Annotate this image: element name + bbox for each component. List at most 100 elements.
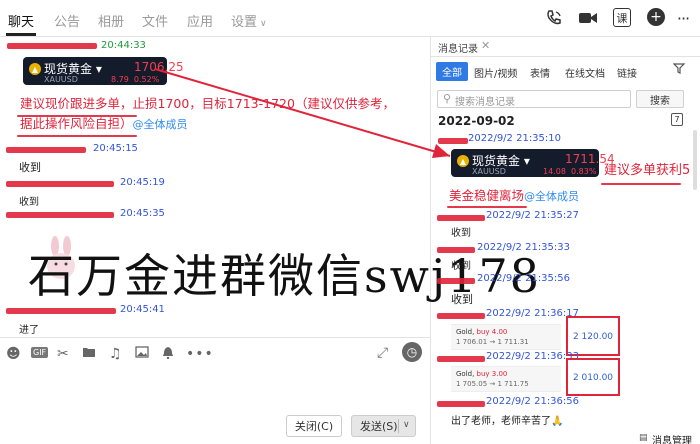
message-time: 2022/9/2 21:35:56 xyxy=(477,273,571,284)
tab-settings[interactable]: 设置 ∨ xyxy=(231,11,267,30)
search-button[interactable]: 搜索 xyxy=(636,90,684,108)
trade-line-1: Gold, buy 4.00 xyxy=(456,328,508,336)
search-icon: ⚲ xyxy=(443,92,452,105)
phone-icon[interactable] xyxy=(543,8,565,28)
tab-media[interactable]: 图片/视频 xyxy=(474,65,517,80)
close-icon[interactable]: ✕ xyxy=(481,39,490,52)
profit-value: 2 120.00 xyxy=(572,332,614,342)
tab-files[interactable]: 文件 xyxy=(142,11,168,30)
tab-stickers[interactable]: 表情 xyxy=(530,65,550,80)
class-icon[interactable]: 课 xyxy=(613,8,631,27)
message-time: 20:45:19 xyxy=(120,177,165,188)
underline xyxy=(447,206,527,208)
annotation-arrow xyxy=(154,68,451,158)
scrollbar[interactable] xyxy=(693,130,697,190)
message-text: 收到 xyxy=(451,261,471,272)
music-icon[interactable]: ♫ xyxy=(109,346,122,362)
history-clock-icon[interactable]: ◷ xyxy=(402,342,422,362)
emoji-icon[interactable]: ☻ xyxy=(6,346,21,362)
tab-settings-label: 设置 xyxy=(231,15,258,30)
message-time: 2022/9/2 21:36:56 xyxy=(486,396,580,407)
gold-coin-icon: ▲ xyxy=(29,63,41,75)
message-text: 收到 xyxy=(19,161,41,174)
redacted-name xyxy=(437,313,485,319)
message-text: 进了 xyxy=(19,325,39,336)
profit-annotation: 建议多单获利5 xyxy=(604,163,691,178)
redacted-name xyxy=(6,308,116,314)
redacted-name xyxy=(6,147,86,153)
underline xyxy=(601,183,681,185)
panel-header-divider xyxy=(431,56,700,57)
search-input[interactable]: ⚲ 搜索消息记录 xyxy=(437,90,631,108)
folder-icon[interactable] xyxy=(82,346,96,362)
redacted-name xyxy=(437,215,485,221)
trade-line-2: 1 705.05 → 1 711.75 xyxy=(456,380,529,388)
trade-record-card[interactable]: Gold, buy 4.00 1 706.01 → 1 711.31 xyxy=(451,324,561,350)
calendar-icon[interactable]: 7 xyxy=(671,113,683,126)
tab-chat[interactable]: 聊天 xyxy=(8,11,34,30)
search-placeholder: 搜索消息记录 xyxy=(455,97,515,108)
redacted-name xyxy=(6,212,114,218)
tab-links[interactable]: 链接 xyxy=(617,65,637,80)
bell-icon[interactable] xyxy=(162,346,174,363)
redacted-name xyxy=(7,43,97,49)
message-time: 20:45:35 xyxy=(120,208,165,219)
gold-coin-icon: ▲ xyxy=(457,155,469,167)
profit-value: 2 010.00 xyxy=(572,373,614,383)
filter-icon[interactable] xyxy=(672,63,686,77)
trade-line-2: 1 706.01 → 1 711.31 xyxy=(456,338,529,346)
tab-apps[interactable]: 应用 xyxy=(187,11,213,30)
more-icon[interactable]: ··· xyxy=(672,8,694,28)
more-options-icon[interactable]: ••• xyxy=(186,346,214,362)
history-title: 消息记录 xyxy=(438,44,478,55)
message-text: 收到 xyxy=(19,197,39,208)
input-divider xyxy=(0,337,430,338)
mention-all[interactable]: @全体成员 xyxy=(524,190,579,203)
video-icon[interactable] xyxy=(577,8,599,28)
gold-quote-card[interactable]: ▲ 现货黄金 ▾ XAUUSD 1706.25 8.79 0.52% xyxy=(23,57,184,85)
scissors-icon[interactable]: ✂ xyxy=(57,346,69,362)
message-time: 2022/9/2 21:35:27 xyxy=(486,210,580,221)
redacted-name xyxy=(437,401,485,407)
message-time: 20:45:15 xyxy=(93,143,138,154)
tab-album[interactable]: 相册 xyxy=(98,11,124,30)
profit-highlight-box: 2 120.00 xyxy=(566,316,620,356)
redacted-name xyxy=(438,138,468,144)
trade-record-card[interactable]: Gold, buy 3.00 1 705.05 → 1 711.75 xyxy=(451,366,561,392)
close-button[interactable]: 关闭(C) xyxy=(286,415,342,437)
tab-all[interactable]: 全部 xyxy=(436,62,468,81)
message-manager-link[interactable]: 消息管理 xyxy=(652,432,692,444)
gold-quote-card[interactable]: ▲ 现货黄金 ▾ XAUUSD 1711.54 14.08 0.83% xyxy=(451,149,615,177)
underline xyxy=(17,135,137,137)
redacted-name xyxy=(437,356,485,362)
message-time: 2022/9/2 21:35:10 xyxy=(468,133,562,144)
expand-icon[interactable]: ⤢ xyxy=(377,345,388,361)
exit-message: 美金稳健离场@全体成员 xyxy=(449,188,580,203)
message-time: 20:44:33 xyxy=(101,40,146,51)
gif-icon[interactable]: GIF xyxy=(31,347,49,358)
redacted-name xyxy=(6,181,114,187)
underline xyxy=(17,115,137,117)
send-button-label: 发送(S) xyxy=(360,420,398,433)
active-tab-indicator xyxy=(6,33,36,36)
plus-icon[interactable]: + xyxy=(647,8,665,26)
tab-docs[interactable]: 在线文档 xyxy=(565,65,605,80)
send-button[interactable]: 发送(S) ∨ xyxy=(351,415,416,437)
send-separator xyxy=(398,419,399,433)
message-text: 收到 xyxy=(451,228,471,239)
chevron-down-icon[interactable]: ∨ xyxy=(403,420,410,430)
message-text: 出了老师，老师辛苦了🙏 xyxy=(451,416,564,427)
trade-line-1: Gold, buy 3.00 xyxy=(456,370,508,378)
redacted-name xyxy=(437,247,475,253)
date-header: 2022-09-02 xyxy=(438,114,515,128)
message-time: 20:45:41 xyxy=(120,304,165,315)
chevron-down-icon: ∨ xyxy=(260,19,267,29)
tab-announcement[interactable]: 公告 xyxy=(54,11,80,30)
manage-icon: ▤ xyxy=(639,433,648,443)
quote-symbol: XAUUSD xyxy=(472,167,506,176)
quote-change: 14.08 0.83% xyxy=(543,167,597,176)
quote-symbol: XAUUSD xyxy=(44,75,78,84)
message-time: 2022/9/2 21:35:33 xyxy=(477,242,571,253)
top-nav: 聊天 公告 相册 文件 应用 设置 ∨ 课 + ··· xyxy=(0,0,700,37)
image-icon[interactable] xyxy=(135,346,149,362)
